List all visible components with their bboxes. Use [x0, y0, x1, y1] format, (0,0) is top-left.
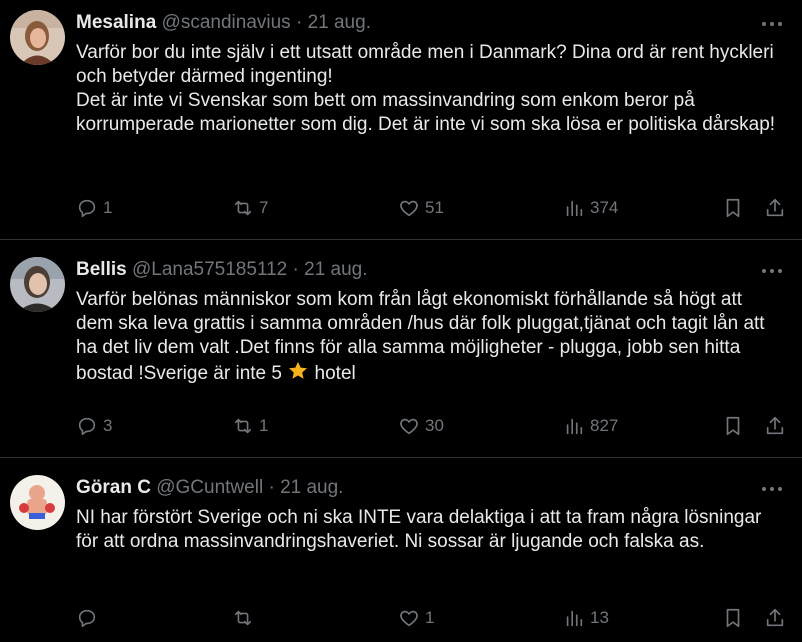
tweet[interactable]: Göran C @GCuntwell · 21 aug. NI har förs…: [0, 458, 802, 642]
share-button[interactable]: [764, 606, 786, 630]
reply-icon: [78, 199, 96, 218]
bookmark-button[interactable]: [722, 414, 744, 438]
tweet-paragraph: Varför belönas människor som kom från lå…: [76, 288, 782, 389]
retweet-button[interactable]: 1: [232, 414, 268, 438]
reply-count: 3: [103, 416, 113, 435]
tweet-header: Mesalina @scandinavius · 21 aug.: [76, 11, 742, 35]
bookmark-button[interactable]: [722, 606, 744, 630]
retweet-icon: [234, 610, 252, 626]
like-button[interactable]: 51: [398, 196, 444, 220]
share-icon: [766, 416, 784, 435]
display-name[interactable]: Göran C: [76, 477, 151, 498]
separator: ·: [292, 259, 299, 280]
tweet-header: Göran C @GCuntwell · 21 aug.: [76, 476, 742, 500]
heart-icon: [400, 200, 418, 217]
views-icon: [566, 200, 583, 217]
display-name[interactable]: Mesalina: [76, 12, 156, 33]
tweet-text: Varför bor du inte själv i ett utsatt om…: [76, 41, 782, 137]
heart-icon: [400, 610, 418, 627]
more-icon[interactable]: [762, 479, 786, 497]
like-count: 51: [425, 198, 444, 217]
reply-icon: [78, 417, 96, 436]
view-count: 374: [590, 198, 619, 217]
separator: ·: [268, 477, 275, 498]
user-handle[interactable]: @GCuntwell: [156, 477, 263, 498]
more-icon[interactable]: [762, 14, 786, 32]
user-handle[interactable]: @Lana575185112: [132, 259, 287, 280]
share-icon: [766, 608, 784, 627]
timestamp[interactable]: 21 aug.: [280, 477, 343, 498]
action-bar: 3 1 30 827: [76, 414, 792, 438]
view-count: 827: [590, 416, 619, 435]
timestamp[interactable]: 21 aug.: [304, 259, 367, 280]
display-name[interactable]: Bellis: [76, 259, 127, 280]
like-count: 30: [425, 416, 444, 435]
reply-icon: [78, 609, 96, 628]
bookmark-button[interactable]: [722, 196, 744, 220]
tweet-paragraph: Varför bor du inte själv i ett utsatt om…: [76, 42, 774, 87]
action-bar: 1 13: [76, 606, 792, 630]
bookmark-icon: [726, 416, 740, 436]
retweet-button[interactable]: [232, 606, 259, 630]
more-icon[interactable]: [762, 261, 786, 279]
tweet-text: NI har förstört Sverige och ni ska INTE …: [76, 506, 782, 554]
reply-button[interactable]: [76, 606, 103, 630]
like-count: 1: [425, 608, 435, 627]
tweet[interactable]: Mesalina @scandinavius · 21 aug. Varför …: [0, 0, 802, 240]
tweet-header: Bellis @Lana575185112 · 21 aug.: [76, 258, 742, 282]
timestamp[interactable]: 21 aug.: [308, 12, 371, 33]
action-bar: 1 7 51 374: [76, 196, 792, 220]
like-button[interactable]: 1: [398, 606, 434, 630]
retweet-count: 7: [259, 198, 269, 217]
views-button[interactable]: 13: [563, 606, 609, 630]
views-button[interactable]: 374: [563, 196, 618, 220]
retweet-count: 1: [259, 416, 269, 435]
view-count: 13: [590, 608, 609, 627]
tweet-paragraph: NI har förstört Sverige och ni ska INTE …: [76, 507, 762, 552]
share-button[interactable]: [764, 414, 786, 438]
avatar[interactable]: [10, 257, 65, 312]
user-handle[interactable]: @scandinavius: [162, 12, 291, 33]
views-button[interactable]: 827: [563, 414, 618, 438]
reply-button[interactable]: 3: [76, 414, 112, 438]
avatar[interactable]: [10, 10, 65, 65]
bookmark-icon: [726, 198, 740, 218]
tweet-text: Varför belönas människor som kom från lå…: [76, 288, 782, 389]
views-icon: [566, 418, 583, 435]
heart-icon: [400, 418, 418, 435]
separator: ·: [295, 12, 303, 33]
reply-count: 1: [103, 198, 113, 217]
share-icon: [766, 198, 784, 217]
bookmark-icon: [726, 608, 740, 628]
retweet-icon: [234, 200, 252, 216]
star-emoji: [287, 360, 309, 389]
tweet-text-part: Varför belönas människor som kom från lå…: [76, 289, 765, 384]
share-button[interactable]: [764, 196, 786, 220]
reply-button[interactable]: 1: [76, 196, 112, 220]
views-icon: [566, 610, 583, 627]
avatar[interactable]: [10, 475, 65, 530]
retweet-icon: [234, 418, 252, 434]
like-button[interactable]: 30: [398, 414, 444, 438]
retweet-button[interactable]: 7: [232, 196, 268, 220]
tweet[interactable]: Bellis @Lana575185112 · 21 aug. Varför b…: [0, 240, 802, 458]
tweet-paragraph: Det är inte vi Svenskar som bett om mass…: [76, 90, 776, 135]
tweet-text-part: hotel: [314, 363, 356, 384]
